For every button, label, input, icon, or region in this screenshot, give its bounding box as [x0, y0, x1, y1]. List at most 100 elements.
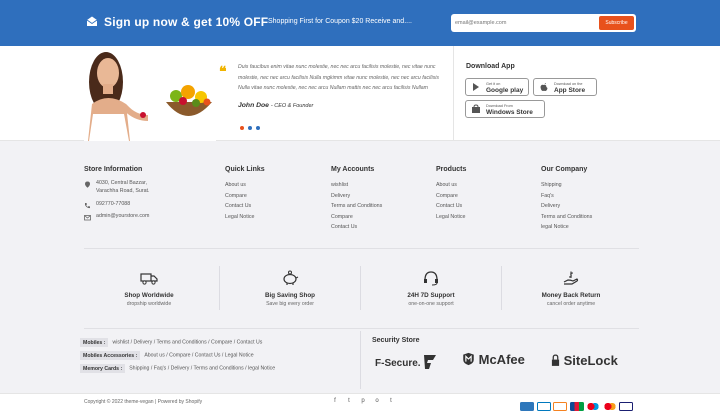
column-title: My Accounts — [331, 166, 375, 173]
instagram-icon[interactable]: o — [370, 398, 384, 404]
store-name: Windows Store — [486, 109, 533, 116]
footer-link[interactable]: Contact Us — [436, 201, 466, 212]
footer-link[interactable]: Legal Notice — [225, 212, 265, 223]
author-name: John Doe — [238, 102, 269, 109]
quick-links-column: Quick Links About us Compare Contact Us … — [225, 166, 265, 222]
tag-row-memory-cards: Memory Cards : Shipping / Faq's / Deliver… — [80, 364, 275, 374]
address-line: Varachha Road, Surat. — [96, 187, 150, 194]
truck-icon — [140, 273, 158, 285]
carousel-dot[interactable] — [256, 126, 260, 130]
phone-icon — [85, 202, 90, 208]
tumblr-icon[interactable]: t — [384, 398, 398, 404]
carousel-dot[interactable] — [240, 126, 244, 130]
tag-links[interactable]: About us / Compare / Contact Us / Legal … — [144, 353, 253, 359]
newsletter-title: Sign up now & get 10% OFF — [104, 15, 269, 29]
security-title: Security Store — [372, 337, 420, 344]
feature-money-back: Money Back Return cancel order anytime — [501, 269, 641, 309]
footer-link[interactable]: About us — [225, 180, 265, 191]
subscribe-button[interactable]: Subscribe — [599, 16, 634, 30]
footer-link[interactable]: Shipping — [541, 180, 592, 191]
mastercard-icon — [602, 402, 617, 411]
footer-link[interactable]: Terms and Conditions — [541, 212, 592, 223]
pinterest-icon[interactable]: p — [356, 398, 370, 404]
store-email: admin@yourstore.com — [84, 213, 150, 221]
testimonial-text: Duis faucibus enim vitae nunc molestie, … — [238, 64, 439, 91]
quote-icon: ❝ — [219, 64, 227, 80]
twitter-icon[interactable]: t — [342, 398, 356, 404]
footer-link[interactable]: Compare — [331, 212, 382, 223]
store-small-label: Download From — [486, 103, 513, 108]
fsecure-logo: F-Secure. — [375, 354, 437, 370]
tag-links[interactable]: wishlist / Delivery / Terms and Conditio… — [112, 340, 262, 346]
tag-links[interactable]: Shipping / Faq's / Delivery / Terms and … — [129, 366, 275, 372]
feature-title: Big Saving Shop — [264, 292, 316, 299]
carousel-dots — [240, 117, 264, 135]
copyright: Copyright © 2022 theme-vegan | Powered b… — [84, 399, 203, 405]
envelope-icon — [86, 16, 98, 26]
divider — [84, 328, 639, 329]
feature-support: 24H 7D Support one-on-one support — [361, 269, 501, 309]
testimonial-author: John Doe - CEO & Founder — [238, 102, 313, 109]
amex-icon — [520, 402, 534, 411]
store-small-label: Get it on — [486, 81, 501, 86]
email-input[interactable] — [455, 17, 595, 29]
footer: Store Information 4030, Central Bazzar, … — [0, 141, 720, 393]
download-app-title: Download App — [466, 63, 515, 70]
footer-link[interactable]: Legal Notice — [436, 212, 466, 223]
footer-link[interactable]: legal Notice — [541, 222, 592, 233]
email-icon — [84, 215, 91, 221]
discover-icon — [553, 402, 567, 411]
phone-number[interactable]: 092770-77088 — [96, 201, 150, 209]
footer-link[interactable]: About us — [436, 180, 466, 191]
tag-label: Mobiles Accessories : — [80, 351, 141, 360]
footer-link[interactable]: Compare — [225, 191, 265, 202]
windows-store-button[interactable]: Download From Windows Store — [465, 100, 545, 118]
sitelock-logo: SiteLock — [551, 353, 618, 368]
footer-link[interactable]: Contact Us — [331, 222, 382, 233]
tag-label: Mobiles : — [80, 338, 109, 347]
footer-link[interactable]: Delivery — [331, 191, 382, 202]
piggy-bank-icon — [283, 270, 299, 285]
windows-store-icon — [472, 104, 480, 113]
google-play-icon — [473, 83, 479, 91]
products-column: Products About us Compare Contact Us Leg… — [436, 166, 466, 222]
author-role: - CEO & Founder — [270, 103, 314, 109]
bottom-bar: Copyright © 2022 theme-vegan | Powered b… — [0, 393, 720, 411]
payment-icons — [520, 398, 636, 411]
column-title: Products — [436, 166, 467, 173]
maestro-icon — [586, 402, 600, 411]
carousel-dot[interactable] — [248, 126, 252, 130]
email-address[interactable]: admin@yourstore.com — [96, 213, 150, 221]
brand-name: McAfee — [478, 352, 525, 367]
app-store-button[interactable]: Download on the App Store — [533, 78, 597, 96]
sitelock-icon — [551, 354, 560, 366]
footer-link[interactable]: Delivery — [541, 201, 592, 212]
store-information: Store Information 4030, Central Bazzar, … — [84, 166, 150, 221]
feature-title: Money Back Return — [541, 292, 601, 299]
money-hand-icon — [563, 271, 579, 285]
address-line: 4030, Central Bazzar, — [96, 180, 147, 186]
column-title: Our Company — [541, 166, 588, 173]
jcb-icon — [569, 402, 584, 411]
google-play-button[interactable]: Get it on Google play — [465, 78, 529, 96]
fsecure-mark — [424, 355, 437, 369]
store-small-label: Download on the — [554, 81, 583, 86]
mcafee-shield-icon — [463, 352, 474, 366]
location-pin-icon — [85, 181, 90, 188]
footer-link[interactable]: Faq's — [541, 191, 592, 202]
feature-subtitle: dropship worldwide — [126, 301, 172, 307]
footer-link[interactable]: Terms and Conditions — [331, 201, 382, 212]
facebook-icon[interactable]: f — [328, 398, 342, 404]
tag-row-accessories: Mobiles Accessories : About us / Compare … — [80, 351, 254, 361]
footer-link[interactable]: wishlist — [331, 180, 382, 191]
social-links: ftpot — [328, 398, 398, 404]
our-company-column: Our Company Shipping Faq's Delivery Term… — [541, 166, 592, 233]
divider — [453, 46, 454, 141]
footer-link[interactable]: Contact Us — [225, 201, 265, 212]
feature-big-saving: Big Saving Shop Save big every order — [220, 269, 360, 309]
newsletter-message: Shopping First for Coupon $20 Receive an… — [268, 18, 412, 25]
testimonial-section: ❝ Duis faucibus enim vitae nunc molestie… — [0, 46, 720, 141]
testimonial-photo — [84, 46, 216, 141]
feature-shop-worldwide: Shop Worldwide dropship worldwide — [79, 269, 219, 309]
footer-link[interactable]: Compare — [436, 191, 466, 202]
